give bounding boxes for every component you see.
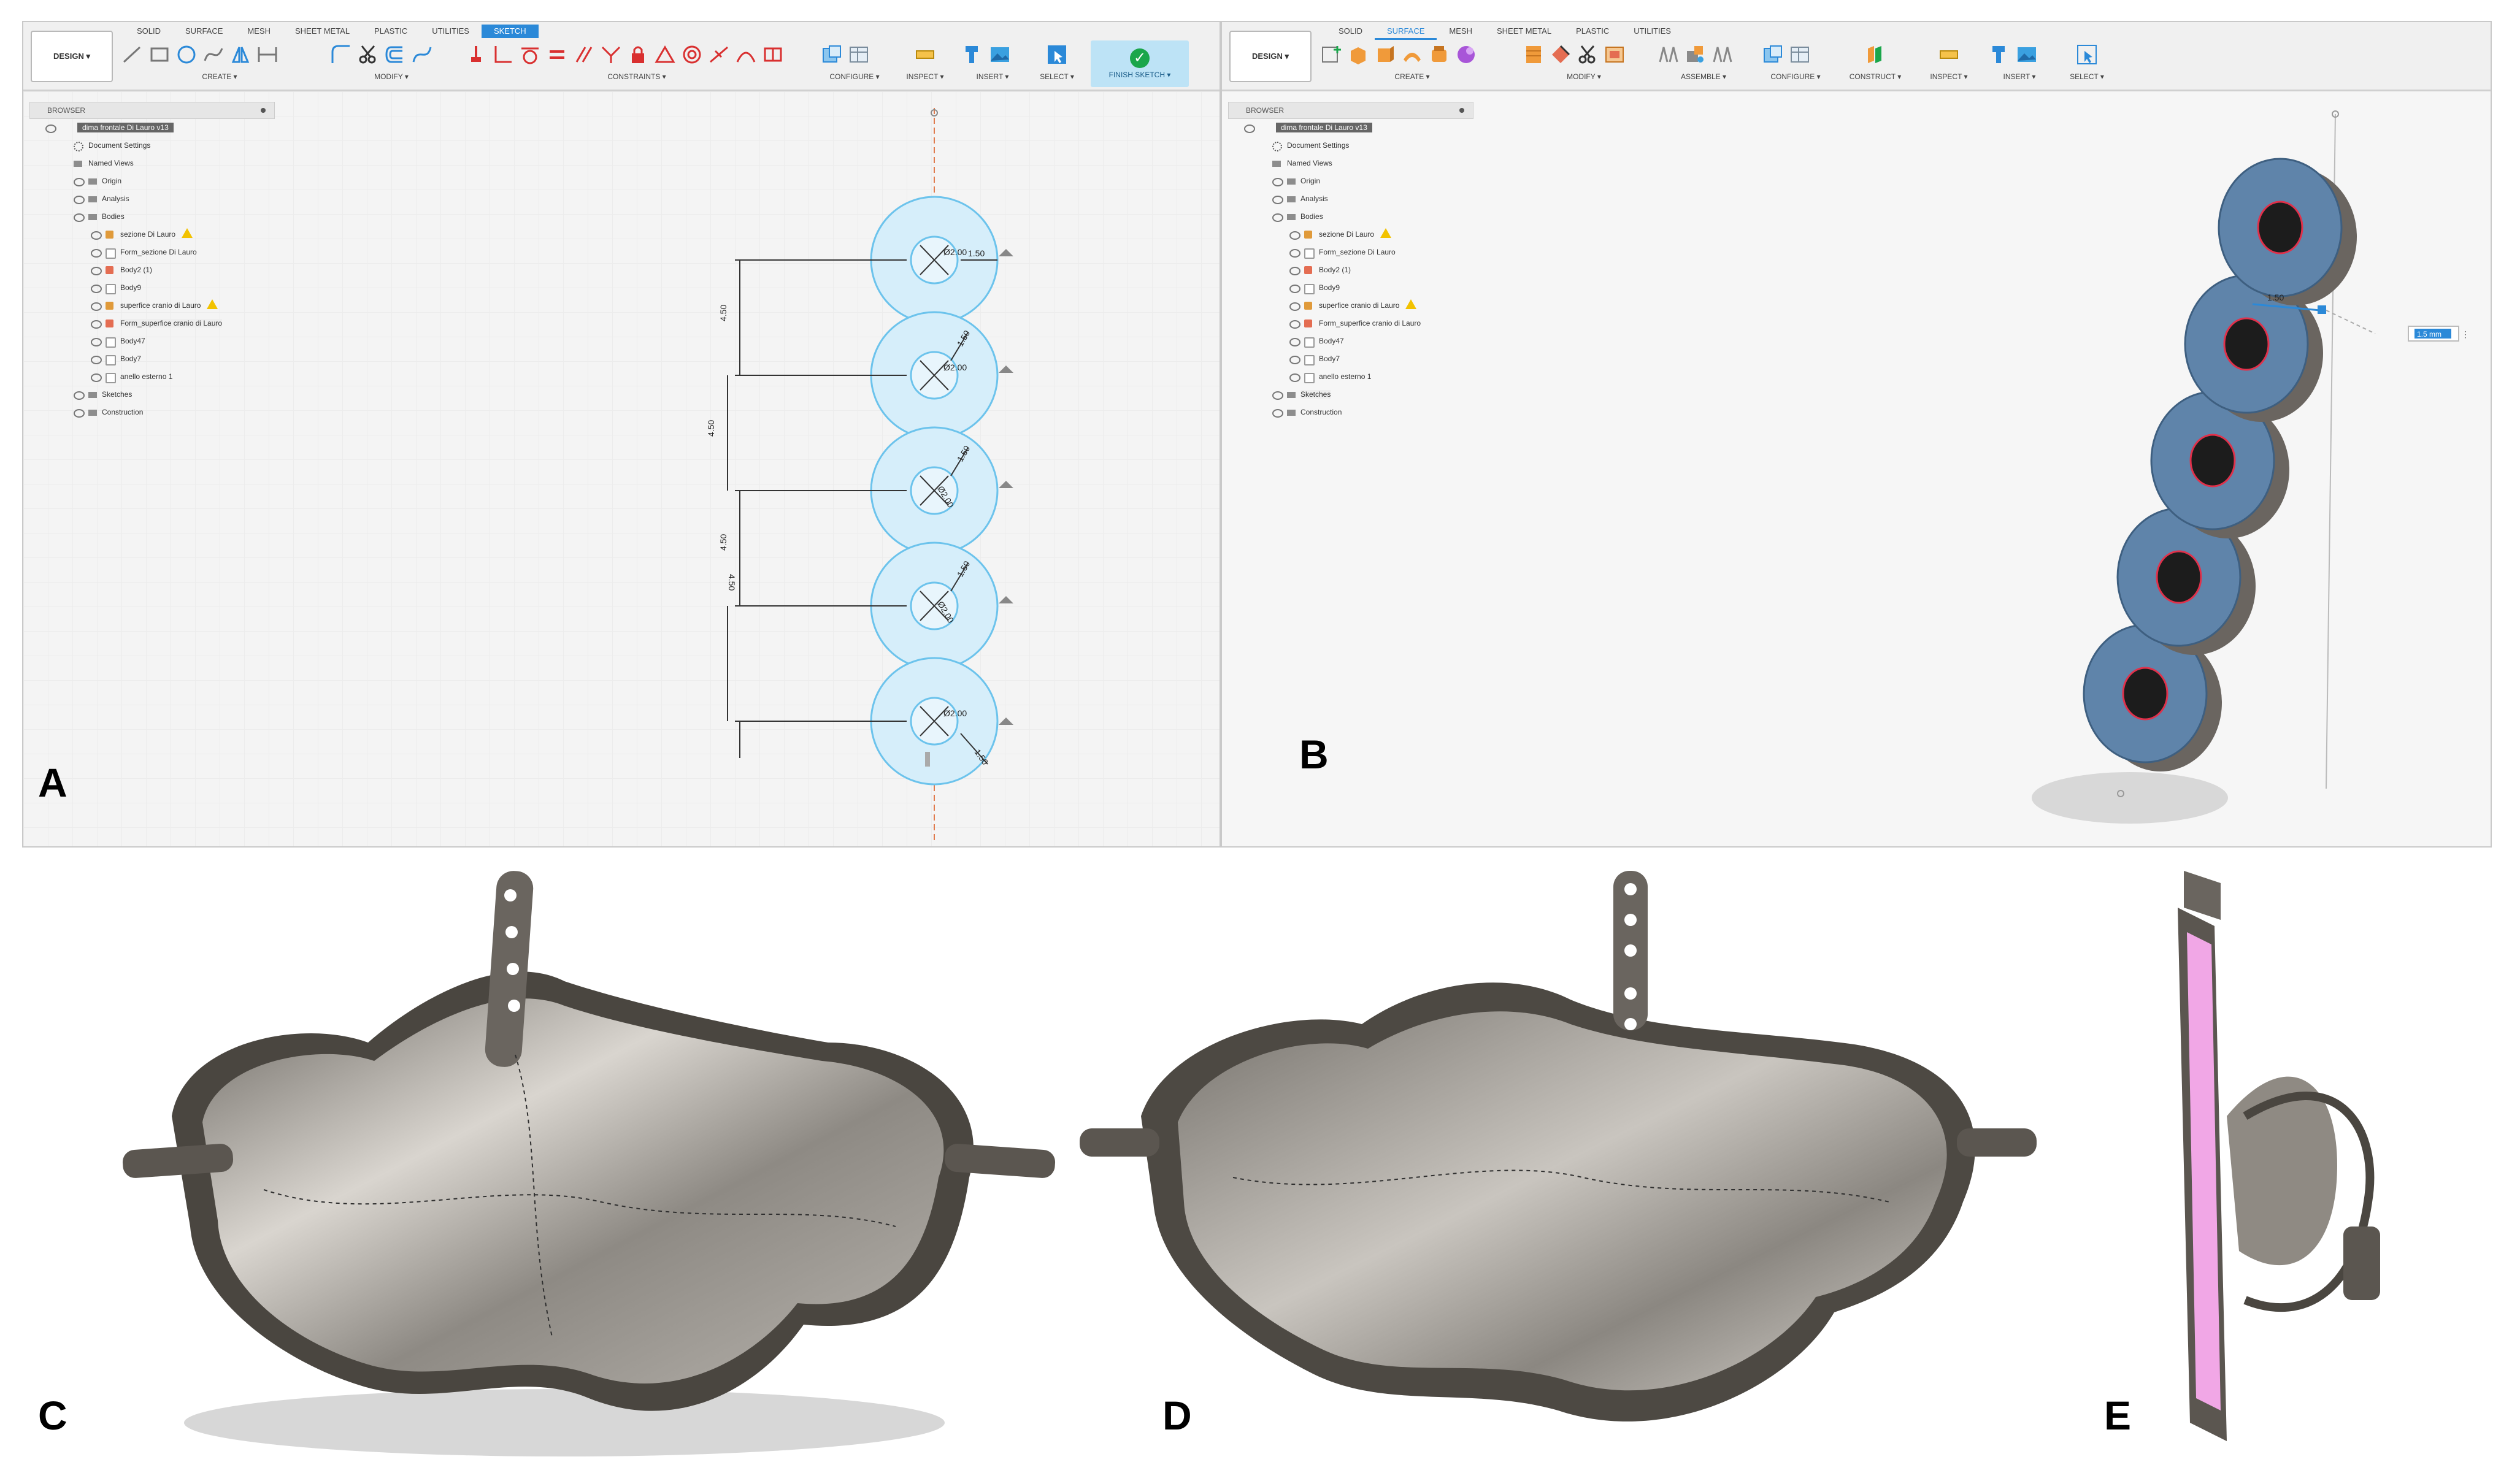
drag-handle[interactable] bbox=[2318, 305, 2326, 314]
strap-hole bbox=[1624, 944, 1637, 957]
ground-shadow bbox=[2032, 772, 2228, 824]
width-label: 1.50 bbox=[968, 248, 985, 258]
options-icon[interactable]: ⋮ bbox=[2461, 329, 2470, 339]
ground-shadow bbox=[184, 1389, 945, 1456]
render-e bbox=[2178, 871, 2380, 1441]
ring-chain-viewport[interactable]: 1.50 1.5 mm ⋮ bbox=[1222, 22, 2491, 846]
diameter-label: Ø2.00 bbox=[943, 362, 967, 372]
render-d bbox=[1080, 871, 2037, 1422]
strap-hole bbox=[504, 889, 517, 901]
panel-label-c: C bbox=[38, 1393, 67, 1438]
side-strap-right bbox=[1957, 1128, 2037, 1157]
strap-hole bbox=[1624, 1018, 1637, 1030]
panel-label-e: E bbox=[2104, 1393, 2132, 1438]
strap-hole bbox=[505, 926, 518, 938]
mask-side-body bbox=[2227, 1076, 2337, 1266]
strap-hole bbox=[1624, 914, 1637, 926]
panel-label-d: D bbox=[1162, 1393, 1192, 1438]
spacing-label: 4.50 bbox=[706, 420, 716, 437]
mask-body bbox=[1178, 1011, 1947, 1391]
value-input-text: 1.5 mm bbox=[2417, 330, 2441, 339]
window-b: DESIGN ▾ SOLID SURFACE MESH SHEET METAL … bbox=[1221, 21, 2492, 848]
render-c bbox=[122, 871, 1056, 1456]
strap-hole bbox=[508, 1000, 520, 1012]
spacing-label: 4.50 bbox=[727, 574, 737, 591]
spacing-label: 4.50 bbox=[718, 534, 728, 551]
panel-label-a: A bbox=[38, 760, 67, 805]
spacing-label: 4.50 bbox=[718, 305, 728, 321]
strap-hole bbox=[1624, 987, 1637, 1000]
top-strap bbox=[2184, 871, 2221, 920]
sketch-canvas[interactable]: Ø2.00 1.50 Ø2.00 1.50 Ø2.00 1.50 Ø2.00 1… bbox=[23, 22, 1220, 846]
diameter-label: Ø2.00 bbox=[943, 708, 967, 718]
side-strap-left bbox=[1080, 1128, 1159, 1157]
leader-line bbox=[2326, 310, 2376, 334]
side-strap bbox=[2343, 1227, 2380, 1300]
panel-label-b: B bbox=[1299, 732, 1329, 777]
diameter-label: Ø2.00 bbox=[943, 247, 967, 257]
dimension-label: 1.50 bbox=[2267, 293, 2284, 302]
point-marker bbox=[925, 752, 930, 767]
figure: { "panel_letters": {"a":"A","b":"B","c":… bbox=[0, 0, 2520, 1481]
window-a: DESIGN ▾ SOLID SURFACE MESH SHEET METAL … bbox=[22, 21, 1221, 848]
strap-hole bbox=[1624, 883, 1637, 895]
strap-hole bbox=[507, 963, 519, 975]
